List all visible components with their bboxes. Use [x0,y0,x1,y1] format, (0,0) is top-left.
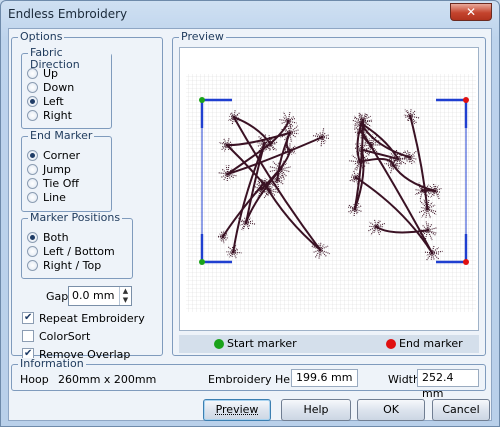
radio-end-jump[interactable]: Jump [27,162,71,176]
radio-label: Line [43,190,66,204]
radio-indicator[interactable] [27,231,38,243]
window-title: Endless Embroidery [8,7,128,21]
radio-label: Left / Bottom [43,244,115,258]
spinner-arrows[interactable]: ▲ ▼ [119,287,131,305]
close-button[interactable]: ✕ [450,3,492,21]
radio-end-tieoff[interactable]: Tie Off [27,176,79,190]
embroidery-height-value: 199.6 mm [291,369,358,387]
radio-fabric-up[interactable]: Up [27,66,58,80]
radio-fabric-right[interactable]: Right [27,108,72,122]
radio-position-left-bottom[interactable]: Left / Bottom [27,244,115,258]
preview-group: Preview Start marker End marker [172,31,486,356]
preview-legend: Preview [179,30,226,43]
width-value: 252.4 mm [417,369,479,400]
width-label: Width [388,373,420,386]
ok-button[interactable]: OK [357,399,425,421]
help-button[interactable]: Help [281,399,351,421]
checkbox-label: ColorSort [39,329,91,343]
marker-positions-group: Marker Positions Both Left / Bottom Righ… [21,212,133,279]
ok-button-label: OK [383,403,399,416]
gap-value: 0.0 mm [72,289,115,302]
end-marker-icon [386,339,396,349]
radio-label: Tie Off [43,176,79,190]
title-bar[interactable]: Endless Embroidery ✕ [1,1,499,27]
embroidery-preview-image [186,74,476,312]
gap-spinner[interactable]: 0.0 mm ▲ ▼ [68,286,132,306]
end-marker-legend: End Marker [28,129,95,142]
dialog-window: Endless Embroidery ✕ Options Fabric Dire… [0,0,500,427]
preview-button-label: Preview [215,403,259,416]
end-marker-label: End marker [399,337,463,350]
end-marker-group: End Marker Corner Jump Tie Off Line [21,130,112,212]
radio-indicator[interactable] [27,81,38,93]
radio-label: Right [43,108,72,122]
hoop-label: Hoop [20,373,49,386]
radio-indicator[interactable] [27,259,38,271]
radio-position-right-top[interactable]: Right / Top [27,258,101,272]
radio-indicator[interactable] [27,109,38,121]
cancel-button-label: Cancel [442,403,480,416]
cancel-button[interactable]: Cancel [432,399,490,421]
options-group: Options Fabric Direction Up Down Left Ri… [11,31,163,361]
radio-label: Left [43,94,64,108]
fabric-mesh [186,74,476,312]
checkbox-repeat-embroidery[interactable]: Repeat Embroidery [22,311,145,325]
radio-indicator[interactable] [27,67,38,79]
preview-canvas[interactable] [179,47,479,331]
marker-positions-legend: Marker Positions [28,211,123,224]
checkbox-indicator[interactable] [22,312,34,324]
end-marker-top [463,97,469,103]
information-group: Information Hoop 260mm x 200mm Embroider… [11,358,486,400]
radio-end-line[interactable]: Line [27,190,66,204]
radio-end-corner[interactable]: Corner [27,148,80,162]
start-marker-bottom [199,259,205,265]
radio-indicator[interactable] [27,245,38,257]
gap-label: Gap [46,290,69,303]
radio-label: Both [43,230,69,244]
close-icon: ✕ [465,5,477,19]
radio-label: Right / Top [43,258,102,272]
radio-label: Corner [43,148,81,162]
radio-label: Down [43,80,75,94]
start-marker-label: Start marker [227,337,297,350]
dialog-client-area: Options Fabric Direction Up Down Left Ri… [8,28,492,421]
radio-label: Up [43,66,59,80]
fabric-direction-group: Fabric Direction Up Down Left Right [21,47,112,129]
options-legend: Options [18,30,65,43]
radio-indicator[interactable] [27,149,38,161]
checkbox-label: Repeat Embroidery [39,311,145,325]
spin-up-icon[interactable]: ▲ [120,287,131,296]
help-button-label: Help [303,403,329,416]
checkbox-indicator[interactable] [22,330,34,342]
end-marker-bottom [463,259,469,265]
radio-fabric-down[interactable]: Down [27,80,74,94]
start-marker-icon [214,339,224,349]
radio-indicator[interactable] [27,163,38,175]
marker-legend-bar: Start marker End marker [179,335,479,353]
start-marker-top [199,97,205,103]
radio-indicator[interactable] [27,191,38,203]
radio-fabric-left[interactable]: Left [27,94,64,108]
checkbox-colorsort[interactable]: ColorSort [22,329,90,343]
radio-position-both[interactable]: Both [27,230,69,244]
preview-button[interactable]: Preview [203,399,271,421]
spin-down-icon[interactable]: ▼ [120,296,131,305]
radio-indicator[interactable] [27,177,38,189]
hoop-value: 260mm x 200mm [58,373,157,386]
radio-label: Jump [43,162,71,176]
radio-indicator[interactable] [27,95,38,107]
information-legend: Information [18,357,86,370]
